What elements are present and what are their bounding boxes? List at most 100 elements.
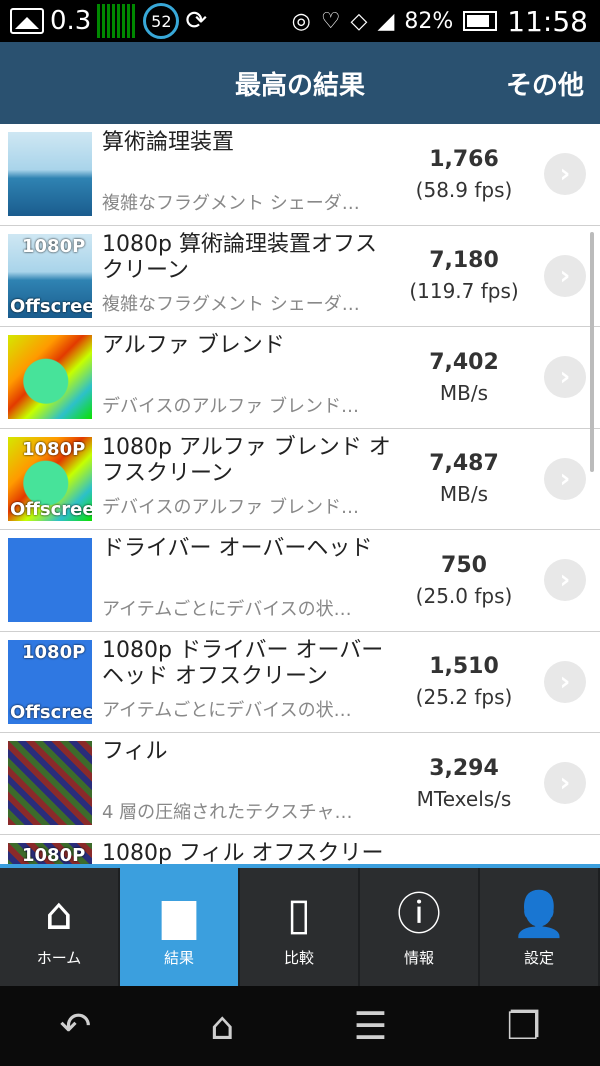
score-unit: (119.7 fps): [409, 279, 519, 304]
heart-icon: ♡: [320, 8, 341, 34]
user-icon: 👤: [511, 888, 567, 940]
result-info: 1080p アルファ ブレンド オフスクリーン デバイスのアルファ ブレンド…: [92, 429, 394, 530]
info-icon: ⓘ: [397, 888, 441, 940]
score-unit: MB/s: [439, 482, 489, 507]
test-thumbnail: [8, 741, 92, 826]
tab-4[interactable]: 👤 設定: [480, 868, 600, 986]
resolution-badge: 1080P: [22, 641, 86, 663]
battery-percent: 82%: [404, 8, 454, 34]
score-unit: (25.0 fps): [415, 583, 513, 608]
system-nav-bar: ↶ ⌂ ☰ ❐: [0, 986, 600, 1066]
wifi-icon: ◇: [350, 8, 368, 34]
tab-0[interactable]: ⌂ ホーム: [0, 868, 120, 986]
test-name: 1080p アルファ ブレンド オフスクリーン: [102, 434, 391, 486]
chevron-right-icon[interactable]: ›: [544, 660, 586, 703]
test-name: 1080p フィル オフスクリー: [102, 840, 384, 865]
test-name: ドライバー オーバーヘッド: [102, 536, 373, 561]
score-value: 7,402: [429, 349, 499, 375]
score: 1,510 (25.2 fps): [394, 654, 534, 709]
test-description: デバイスのアルファ ブレンド…: [102, 395, 360, 417]
score-unit: MB/s: [439, 380, 489, 405]
header-bar: 最高の結果 その他: [0, 42, 600, 124]
status-left-value: 0.3: [50, 6, 92, 36]
score-value: 1,510: [429, 654, 499, 680]
score-value: 3,294: [429, 755, 499, 781]
resolution-badge: 1080P: [22, 844, 86, 864]
recent-apps-icon[interactable]: ❐: [506, 1004, 540, 1048]
bar-chart-icon: ▆: [162, 888, 196, 940]
chevron-right-icon[interactable]: ›: [544, 356, 586, 399]
result-info: 1080p 算術論理装置オフスクリーン複雑なフラグメント シェーダ…: [92, 226, 394, 327]
test-description: 複雑なフラグメント シェーダ…: [102, 294, 360, 315]
clock: 11:58: [507, 4, 588, 38]
image-icon: [10, 8, 44, 34]
tab-bar: ⌂ ホーム ▆ 結果 ▯ 比較 ⓘ 情報 👤 設定: [0, 864, 600, 986]
tab-label: 結果: [163, 948, 194, 967]
score-unit: MTexels/s: [416, 786, 512, 811]
score: 3,294 MTexels/s: [394, 756, 534, 811]
test-thumbnail: 1080P Offscreen: [8, 233, 92, 318]
result-row[interactable]: 1080POffscreen1080p アルファ ブレンド オフスクリーンデバイ…: [0, 429, 600, 530]
test-name: 算術論理装置: [102, 130, 235, 155]
tab-2[interactable]: ▯ 比較: [240, 868, 360, 986]
test-name: アルファ ブレンド: [102, 333, 285, 358]
tab-label: ホーム: [36, 948, 82, 967]
score: 1,766 (58.9 fps): [394, 147, 534, 202]
score: 7,487 MB/s: [394, 451, 534, 506]
score-value: 7,487: [429, 451, 499, 477]
test-thumbnail: [8, 132, 92, 217]
screen-rotation-icon: ⟳: [185, 6, 208, 36]
result-row[interactable]: 算術論理装置複雑なフラグメント シェーダ… 1,766 (58.9 fps) ›: [0, 124, 600, 226]
test-description: アイテムごとにデバイスの状…: [102, 700, 352, 721]
test-thumbnail: [8, 335, 92, 420]
result-row[interactable]: ドライバー オーバーヘッド アイテムごとにデバイスの状… 750 (25.0 fps)…: [0, 530, 600, 632]
chevron-right-icon[interactable]: ›: [544, 559, 586, 602]
signal-grid-icon: [97, 4, 138, 38]
score-value: 7,180: [429, 248, 499, 274]
scrollbar[interactable]: [590, 232, 594, 472]
chevron-right-icon[interactable]: ›: [544, 762, 586, 805]
result-row[interactable]: 1080POffscreen1080p フィル オフスクリー›: [0, 835, 600, 865]
score: 7,402 MB/s: [394, 350, 534, 405]
test-description: アイテムごとにデバイスの状…: [102, 598, 352, 620]
home-icon: ⌂: [45, 888, 73, 940]
home-nav-icon[interactable]: ⌂: [210, 1004, 234, 1048]
chevron-right-icon[interactable]: ›: [544, 457, 586, 500]
score: 750 (25.0 fps): [394, 553, 534, 608]
test-thumbnail: 1080POffscreen: [8, 842, 92, 864]
phone-icon: ▯: [286, 888, 312, 940]
result-row[interactable]: 1080POffscreen1080p ドライバー オーバーヘッド オフスクリー…: [0, 632, 600, 733]
result-info: 1080p ドライバー オーバーヘッド オフスクリーン アイテムごとにデバイスの状…: [92, 632, 394, 733]
result-info: ドライバー オーバーヘッド アイテムごとにデバイスの状…: [92, 530, 394, 631]
result-row[interactable]: フィル 4 層の圧縮されたテクスチャ… 3,294 MTexels/s ›: [0, 733, 600, 835]
score-unit: (25.2 fps): [415, 685, 513, 710]
score: 7,180 (119.7 fps): [394, 248, 534, 303]
results-list[interactable]: 算術論理装置 複雑なフラグメント シェーダ… 1,766 (58.9 fps) › 108…: [0, 124, 600, 864]
back-icon[interactable]: ↶: [59, 1004, 91, 1048]
result-row[interactable]: 1080POffscreen1080p 算術論理装置オフスクリーン複雑なフラグメ…: [0, 226, 600, 327]
test-thumbnail: 1080POffscreen: [8, 639, 92, 724]
battery-icon: [463, 11, 498, 31]
result-info: 1080p フィル オフスクリー: [92, 835, 394, 865]
tab-3[interactable]: ⓘ 情報: [360, 868, 480, 986]
chevron-right-icon[interactable]: ›: [544, 153, 586, 196]
test-thumbnail: [8, 538, 92, 623]
tab-label: 比較: [283, 948, 314, 967]
menu-icon[interactable]: ☰: [353, 1004, 387, 1048]
offscreen-badge: Offscreen: [10, 295, 92, 317]
signal-icon: ◢: [377, 8, 395, 34]
test-description: 複雑なフラグメント シェーダ…: [102, 192, 360, 214]
result-info: アルファ ブレンドデバイスのアルファ ブレンド…: [92, 327, 394, 428]
result-row[interactable]: アルファ ブレンドデバイスのアルファ ブレンド… 7,402 MB/s ›: [0, 327, 600, 429]
result-info: フィル 4 層の圧縮されたテクスチャ…: [92, 733, 394, 834]
test-name: 1080p 算術論理装置オフスクリーン: [102, 231, 377, 283]
status-circle-badge: 52: [143, 3, 180, 39]
more-button[interactable]: その他: [506, 65, 584, 102]
status-bar: 0.3 52 ⟳ ◎ ♡ ◇ ◢ 82% 11:58: [0, 0, 600, 42]
resolution-badge: 1080P: [22, 235, 86, 257]
score-value: 1,766: [429, 146, 499, 172]
test-description: 4 層の圧縮されたテクスチャ…: [102, 801, 353, 823]
tab-1[interactable]: ▆ 結果: [120, 868, 240, 986]
chevron-right-icon[interactable]: ›: [544, 254, 586, 297]
resolution-badge: 1080P: [22, 438, 86, 460]
